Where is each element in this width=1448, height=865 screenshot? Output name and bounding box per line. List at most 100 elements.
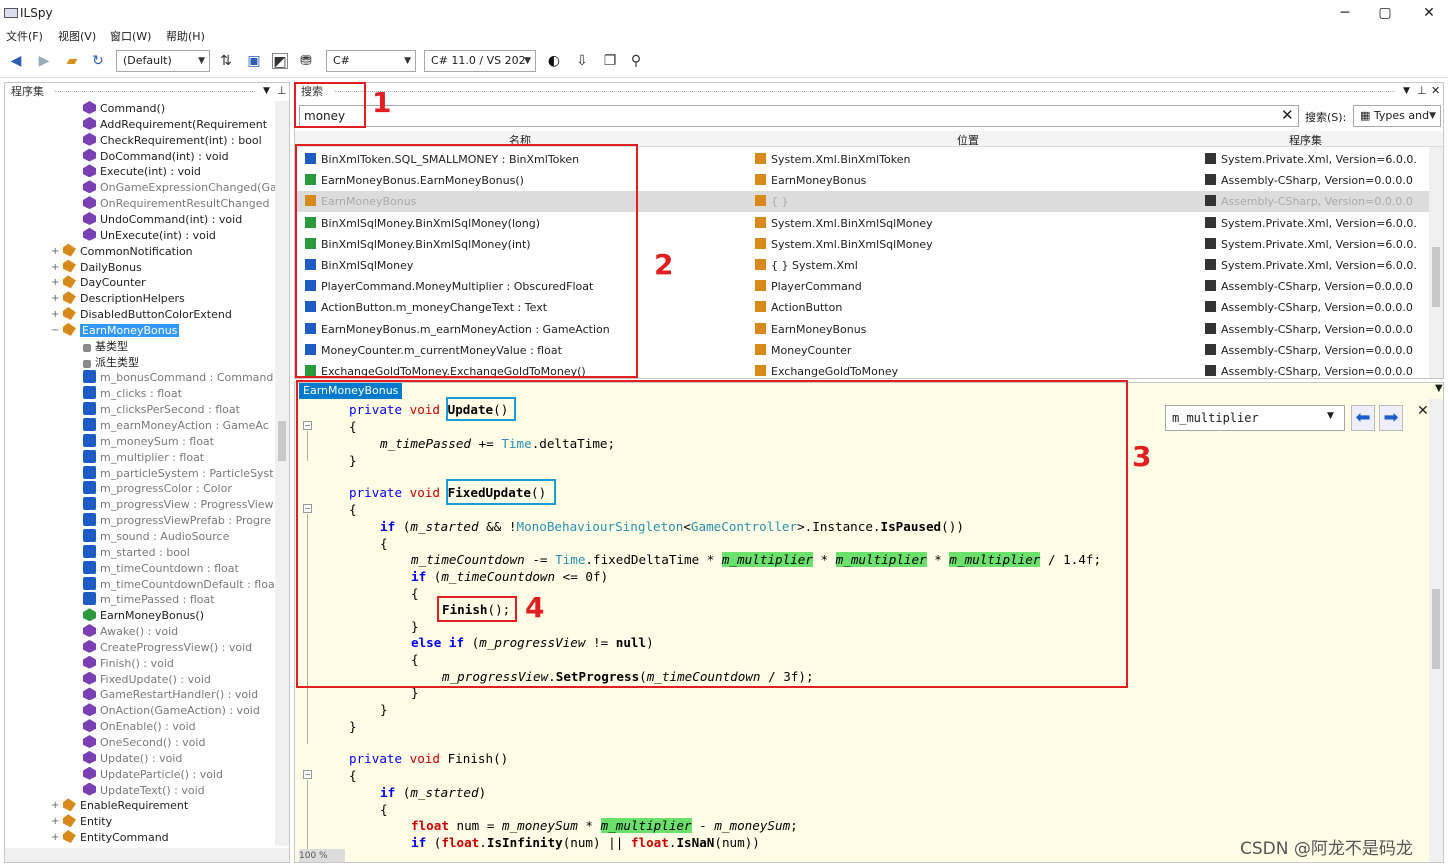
zoom-indicator[interactable]: 100 % bbox=[299, 849, 345, 862]
tree-item[interactable]: UndoCommand(int) : void bbox=[83, 211, 242, 228]
tree-item[interactable]: + Entity bbox=[51, 814, 112, 830]
tree-item[interactable]: DoCommand(int) : void bbox=[83, 148, 229, 165]
tree-item[interactable]: GameRestartHandler() : void bbox=[83, 687, 258, 703]
scroll-thumb[interactable] bbox=[278, 421, 286, 461]
analyze-icon[interactable]: ⇩ bbox=[574, 53, 590, 69]
tree-item[interactable]: Update() : void bbox=[83, 750, 182, 767]
maximize-button[interactable]: ▢ bbox=[1370, 4, 1400, 22]
tree-item[interactable]: Command() bbox=[83, 101, 165, 117]
menu-view[interactable]: 视图(V) bbox=[58, 28, 96, 44]
tree-item[interactable]: + EntityCommand bbox=[51, 830, 169, 846]
tree-item[interactable]: Finish() : void bbox=[83, 655, 174, 672]
expand-toggle-icon[interactable]: + bbox=[51, 260, 59, 276]
tree-item[interactable]: Awake() : void bbox=[83, 624, 178, 640]
open-icon[interactable]: ▰ bbox=[64, 53, 80, 69]
tree-item[interactable]: Execute(int) : void bbox=[83, 164, 201, 180]
tree-item[interactable]: + EnableRequirement bbox=[51, 798, 188, 814]
collapse-icon[interactable]: ▣ bbox=[246, 53, 262, 69]
tree-item[interactable]: m_progressView : ProgressView bbox=[83, 497, 274, 513]
tree-item[interactable]: UpdateParticle() : void bbox=[83, 766, 223, 783]
tree-item[interactable]: m_timePassed : float bbox=[83, 592, 215, 608]
version-combo[interactable]: C# 11.0 / VS 202 ▼ bbox=[424, 50, 536, 72]
tree-item[interactable]: OnEnable() : void bbox=[83, 719, 196, 735]
tree-item[interactable]: UnExecute(int) : void bbox=[83, 227, 216, 244]
tree-item[interactable]: OnAction(GameAction) : void bbox=[83, 703, 260, 719]
tree-item[interactable]: + DayCounter bbox=[51, 275, 146, 291]
tree-item[interactable]: m_progressViewPrefab : Progre bbox=[83, 513, 271, 529]
tree-item[interactable]: CreateProgressView() : void bbox=[83, 639, 252, 656]
sort-icon[interactable]: ⇅ bbox=[218, 53, 234, 69]
tree-item[interactable]: FixedUpdate() : void bbox=[83, 671, 211, 688]
tree-item[interactable]: − EarnMoneyBonus bbox=[51, 322, 180, 339]
minimize-button[interactable]: ─ bbox=[1330, 4, 1360, 22]
copy-icon[interactable]: ❐ bbox=[602, 53, 618, 69]
chevron-down-icon[interactable]: ▼ bbox=[1327, 411, 1334, 421]
tree-item[interactable]: m_earnMoneyAction : GameAc bbox=[83, 418, 269, 434]
expand-toggle-icon[interactable]: + bbox=[51, 291, 59, 307]
tree-vertical-scrollbar[interactable] bbox=[275, 101, 289, 846]
chevron-down-icon[interactable]: ▼ bbox=[1435, 383, 1443, 394]
tree-item[interactable]: m_timeCountdownDefault : floa bbox=[83, 576, 275, 593]
tree-item[interactable]: m_moneySum : float bbox=[83, 433, 214, 450]
tree-item[interactable]: m_clicksPerSecond : float bbox=[83, 402, 240, 418]
pin-icon[interactable]: ⊥ bbox=[1417, 84, 1427, 97]
tree-item[interactable]: UpdateText() : void bbox=[83, 782, 205, 799]
tree-item[interactable]: m_timeCountdown : float bbox=[83, 560, 239, 577]
tree-item[interactable]: + CommonNotification bbox=[51, 243, 193, 260]
tree-item[interactable]: 派生类型 bbox=[83, 355, 139, 371]
results-vertical-scrollbar[interactable] bbox=[1429, 147, 1443, 378]
scroll-thumb[interactable] bbox=[1432, 589, 1440, 669]
tree-item[interactable]: EarnMoneyBonus() bbox=[83, 608, 204, 624]
menu-help[interactable]: 帮助(H) bbox=[166, 28, 205, 44]
back-icon[interactable]: ◀ bbox=[8, 53, 24, 69]
tree-item[interactable]: OneSecond() : void bbox=[83, 735, 205, 751]
close-icon[interactable]: ✕ bbox=[1431, 84, 1440, 97]
expand-toggle-icon[interactable]: + bbox=[51, 275, 59, 291]
expand-toggle-icon[interactable]: + bbox=[51, 798, 59, 814]
tree-item[interactable]: AddRequirement(Requirement bbox=[83, 116, 267, 133]
find-previous-icon[interactable]: ⬅ bbox=[1351, 405, 1375, 431]
tree-item[interactable]: m_sound : AudioSource bbox=[83, 528, 229, 545]
clear-search-icon[interactable]: ✕ bbox=[1281, 106, 1294, 124]
forward-icon[interactable]: ▶ bbox=[36, 53, 52, 69]
scroll-thumb[interactable] bbox=[1432, 247, 1440, 307]
assembly-list-combo[interactable]: (Default) ▼ bbox=[116, 50, 210, 72]
tree-item[interactable]: + DisabledButtonColorExtend bbox=[51, 307, 232, 323]
tree-item[interactable]: m_bonusCommand : Command bbox=[83, 370, 273, 386]
code-vertical-scrollbar[interactable] bbox=[1429, 399, 1443, 862]
fold-toggle[interactable]: − bbox=[303, 770, 312, 779]
tree-item[interactable]: OnRequirementResultChanged bbox=[83, 196, 269, 212]
close-find-icon[interactable]: ✕ bbox=[1417, 403, 1429, 419]
tree-item[interactable]: CheckRequirement(int) : bool bbox=[83, 132, 262, 149]
chevron-down-icon[interactable]: ▼ bbox=[1403, 86, 1410, 96]
expand-toggle-icon[interactable]: + bbox=[51, 814, 59, 830]
expand-toggle-icon[interactable]: + bbox=[51, 244, 59, 260]
find-next-icon[interactable]: ➡ bbox=[1379, 405, 1403, 431]
menu-window[interactable]: 窗口(W) bbox=[110, 28, 151, 44]
search-input[interactable]: money bbox=[299, 105, 1299, 127]
tree-horizontal-scrollbar[interactable] bbox=[5, 848, 289, 862]
tree-item[interactable]: + DescriptionHelpers bbox=[51, 291, 185, 307]
tree-item[interactable]: m_started : bool bbox=[83, 544, 190, 561]
search-icon[interactable]: ⚲ bbox=[628, 53, 644, 69]
tree-item[interactable]: OnGameExpressionChanged(Ga bbox=[83, 180, 275, 196]
expand-toggle-icon[interactable]: + bbox=[51, 830, 59, 846]
pin-icon[interactable]: ⊥ bbox=[277, 84, 287, 97]
theme-icon[interactable]: ◐ bbox=[546, 53, 562, 69]
tree-item[interactable]: 基类型 bbox=[83, 339, 128, 355]
show-all-icon[interactable]: ◩ bbox=[272, 53, 288, 70]
menu-file[interactable]: 文件(F) bbox=[6, 28, 43, 44]
tree-item[interactable]: m_progressColor : Color bbox=[83, 481, 232, 497]
expand-toggle-icon[interactable]: − bbox=[51, 323, 59, 339]
filter-icon[interactable]: ⛃ bbox=[298, 53, 314, 69]
refresh-icon[interactable]: ↻ bbox=[90, 53, 106, 69]
chevron-down-icon[interactable]: ▼ bbox=[263, 86, 270, 96]
expand-toggle-icon[interactable]: + bbox=[51, 307, 59, 323]
tree-item[interactable]: + DailyBonus bbox=[51, 259, 142, 276]
column-location[interactable]: 位置 bbox=[957, 132, 979, 148]
column-assembly[interactable]: 程序集 bbox=[1289, 132, 1322, 148]
search-mode-combo[interactable]: ▦ Types and ▼ bbox=[1353, 105, 1441, 127]
tree-item[interactable]: m_clicks : float bbox=[83, 386, 182, 402]
close-button[interactable]: ✕ bbox=[1414, 4, 1444, 22]
tree-item[interactable]: m_particleSystem : ParticleSyst bbox=[83, 465, 274, 482]
